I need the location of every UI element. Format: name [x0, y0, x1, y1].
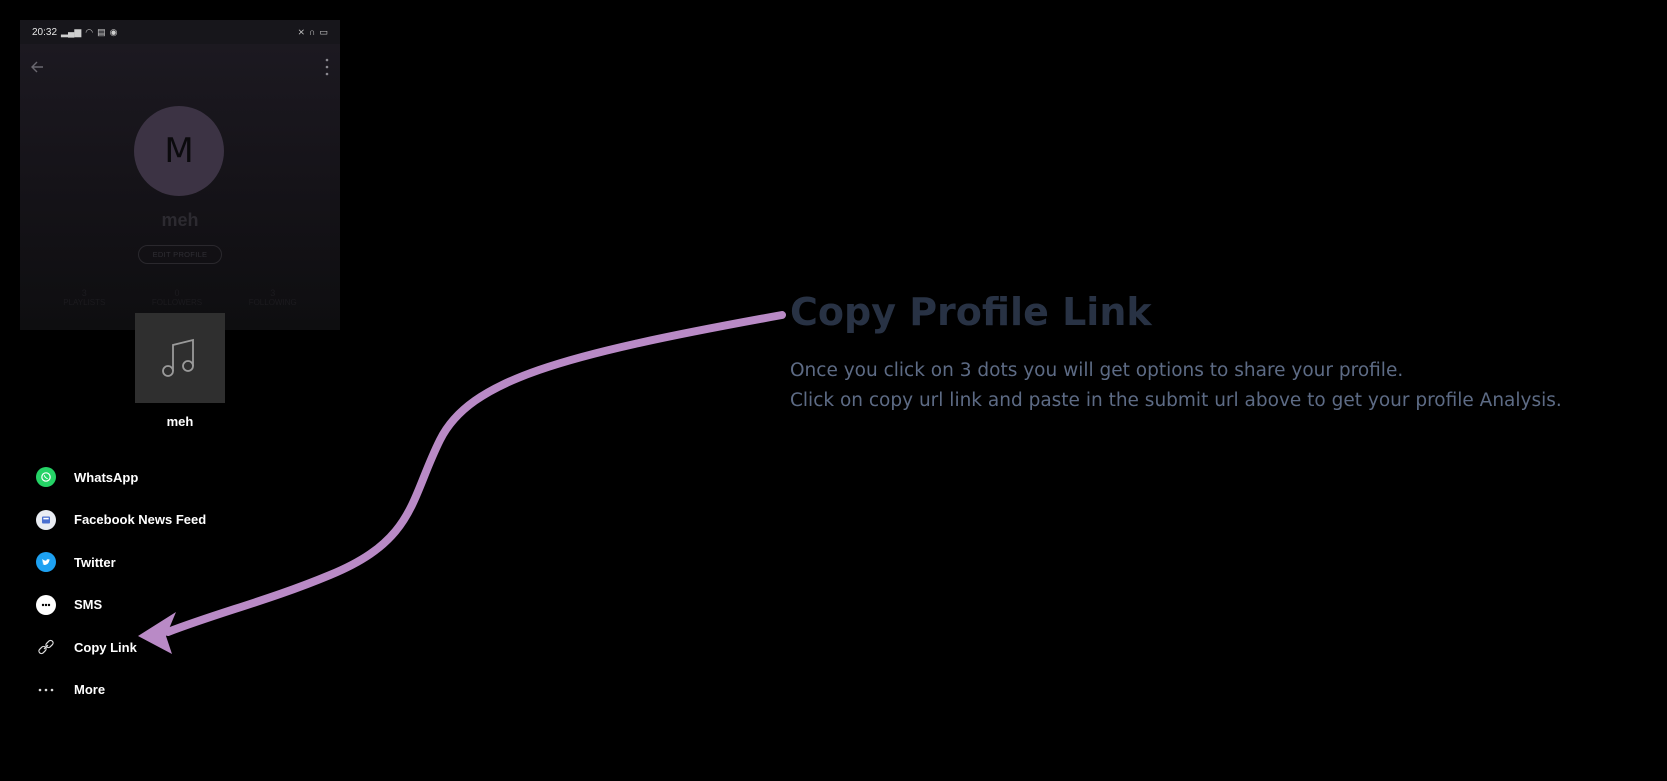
- instruction-text: Once you click on 3 dots you will get op…: [790, 356, 1562, 416]
- instruction-line-1: Once you click on 3 dots you will get op…: [790, 360, 1404, 381]
- instruction-line-2: Click on copy url link and paste in the …: [790, 390, 1562, 411]
- instruction-heading: Copy Profile Link: [790, 290, 1152, 334]
